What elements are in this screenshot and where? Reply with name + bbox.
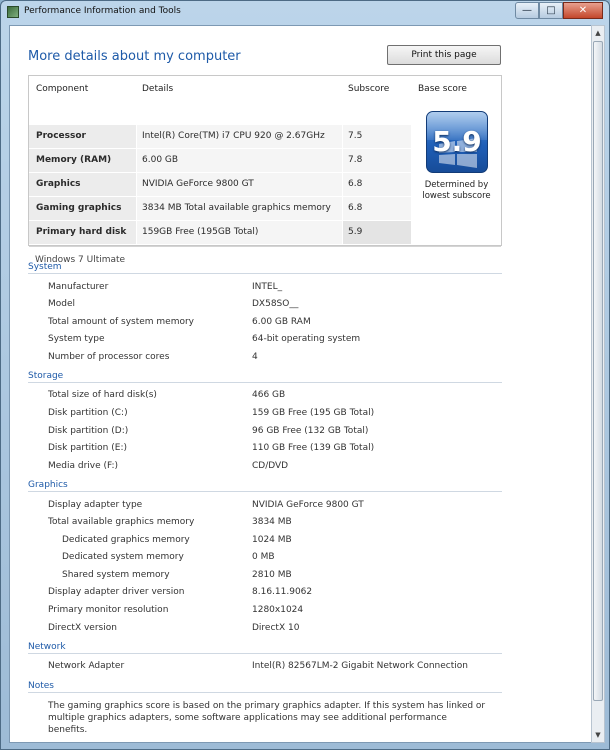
prop-value: 2810 MB (252, 570, 292, 580)
header-details: Details (142, 84, 174, 94)
prop-value: 466 GB (252, 390, 286, 400)
table-divider (29, 246, 501, 247)
prop-value: Intel(R) 82567LM-2 Gigabit Network Conne… (252, 661, 468, 671)
prop-value: NVIDIA GeForce 9800 GT (252, 500, 364, 510)
prop-value: 8.16.11.9062 (252, 587, 313, 597)
component-name: Gaming graphics (29, 197, 136, 220)
prop-label: Manufacturer (48, 282, 109, 292)
base-score-panel: 5.9 Determined by lowest subscore (412, 101, 501, 222)
close-button[interactable]: ✕ (563, 2, 603, 19)
scroll-thumb[interactable] (593, 41, 603, 701)
prop-label: Total amount of system memory (48, 317, 195, 327)
prop-value: 6.00 GB RAM (252, 317, 311, 327)
component-subscore: 7.8 (343, 149, 411, 172)
component-name: Primary hard disk (29, 221, 136, 244)
component-details: 3834 MB Total available graphics memory (137, 197, 342, 220)
base-score-badge: 5.9 (426, 111, 488, 173)
section-title-system: System (28, 262, 62, 272)
content-pane: More details about my computer Print thi… (9, 25, 593, 743)
prop-label: Primary monitor resolution (48, 605, 169, 615)
component-details: NVIDIA GeForce 9800 GT (137, 173, 342, 196)
base-score-caption: Determined by lowest subscore (412, 180, 501, 202)
prop-label: Disk partition (D:) (48, 426, 129, 436)
section-title-network: Network (28, 642, 66, 652)
scroll-up-arrow-icon[interactable]: ▲ (592, 26, 604, 40)
prop-value: 110 GB Free (139 GB Total) (252, 443, 375, 453)
prop-value: DirectX 10 (252, 623, 300, 633)
prop-value: 159 GB Free (195 GB Total) (252, 408, 375, 418)
print-page-button[interactable]: Print this page (387, 45, 501, 65)
component-subscore: 5.9 (343, 221, 411, 244)
prop-label: Disk partition (E:) (48, 443, 127, 453)
section-title-notes: Notes (28, 681, 54, 691)
prop-value: 64-bit operating system (252, 334, 361, 344)
section-divider (28, 382, 502, 383)
score-table: Component Details Subscore Base score Pr… (28, 75, 502, 265)
maximize-button[interactable]: □ (539, 2, 563, 19)
component-name: Memory (RAM) (29, 149, 136, 172)
section-divider (28, 273, 502, 274)
prop-value: 3834 MB (252, 517, 292, 527)
section-divider (28, 692, 502, 693)
section-divider (28, 653, 502, 654)
close-icon: ✕ (578, 5, 588, 16)
prop-label: Total available graphics memory (48, 517, 195, 527)
component-details: Intel(R) Core(TM) i7 CPU 920 @ 2.67GHz (137, 125, 342, 148)
prop-label: Model (48, 299, 76, 309)
header-subscore: Subscore (348, 84, 390, 94)
prop-value: 1024 MB (252, 535, 292, 545)
prop-label: Dedicated graphics memory (62, 535, 190, 545)
component-details: 6.00 GB (137, 149, 342, 172)
window-controls: — □ ✕ (515, 2, 603, 19)
base-caption-line-1: Determined by (424, 180, 489, 190)
window: Performance Information and Tools — □ ✕ … (0, 0, 610, 750)
prop-value: DX58SO__ (252, 299, 299, 309)
prop-value: 4 (252, 352, 258, 362)
performance-app-icon (7, 6, 19, 18)
component-subscore: 7.5 (343, 125, 411, 148)
section-title-graphics: Graphics (28, 480, 68, 490)
section-title-storage: Storage (28, 371, 64, 381)
base-caption-line-2: lowest subscore (422, 191, 491, 201)
scroll-down-arrow-icon[interactable]: ▼ (592, 728, 604, 742)
vertical-scrollbar[interactable]: ▲ ▼ (591, 25, 605, 743)
score-row-primary-hard-disk: Primary hard disk 159GB Free (195GB Tota… (29, 221, 501, 245)
maximize-icon: □ (546, 5, 556, 16)
section-divider (28, 491, 502, 492)
minimize-icon: — (522, 5, 532, 16)
prop-label: Display adapter type (48, 500, 143, 510)
header-base-score: Base score (418, 84, 467, 94)
component-name: Graphics (29, 173, 136, 196)
prop-label: Display adapter driver version (48, 587, 185, 597)
prop-value: CD/DVD (252, 461, 289, 471)
title-bar[interactable]: Performance Information and Tools — □ ✕ (1, 1, 609, 23)
base-score-value: 5.9 (432, 125, 482, 158)
component-name: Processor (29, 125, 136, 148)
prop-label: Total size of hard disk(s) (48, 390, 157, 400)
minimize-button[interactable]: — (515, 2, 539, 19)
prop-label: Dedicated system memory (62, 552, 184, 562)
header-component: Component (36, 84, 89, 94)
prop-value: 96 GB Free (132 GB Total) (252, 426, 369, 436)
score-table-header: Component Details Subscore Base score (29, 76, 501, 101)
notes-text: The gaming graphics score is based on th… (48, 701, 486, 735)
prop-value: INTEL_ (252, 282, 283, 292)
prop-label: Network Adapter (48, 661, 125, 671)
prop-label: Disk partition (C:) (48, 408, 128, 418)
component-details: 159GB Free (195GB Total) (137, 221, 342, 244)
prop-value: 0 MB (252, 552, 275, 562)
prop-value: 1280x1024 (252, 605, 304, 615)
prop-label: Number of processor cores (48, 352, 170, 362)
prop-label: Media drive (F:) (48, 461, 119, 471)
prop-label: System type (48, 334, 105, 344)
page-title: More details about my computer (28, 49, 241, 64)
prop-label: DirectX version (48, 623, 117, 633)
component-subscore: 6.8 (343, 173, 411, 196)
window-title: Performance Information and Tools (24, 6, 181, 16)
component-subscore: 6.8 (343, 197, 411, 220)
prop-label: Shared system memory (62, 570, 170, 580)
